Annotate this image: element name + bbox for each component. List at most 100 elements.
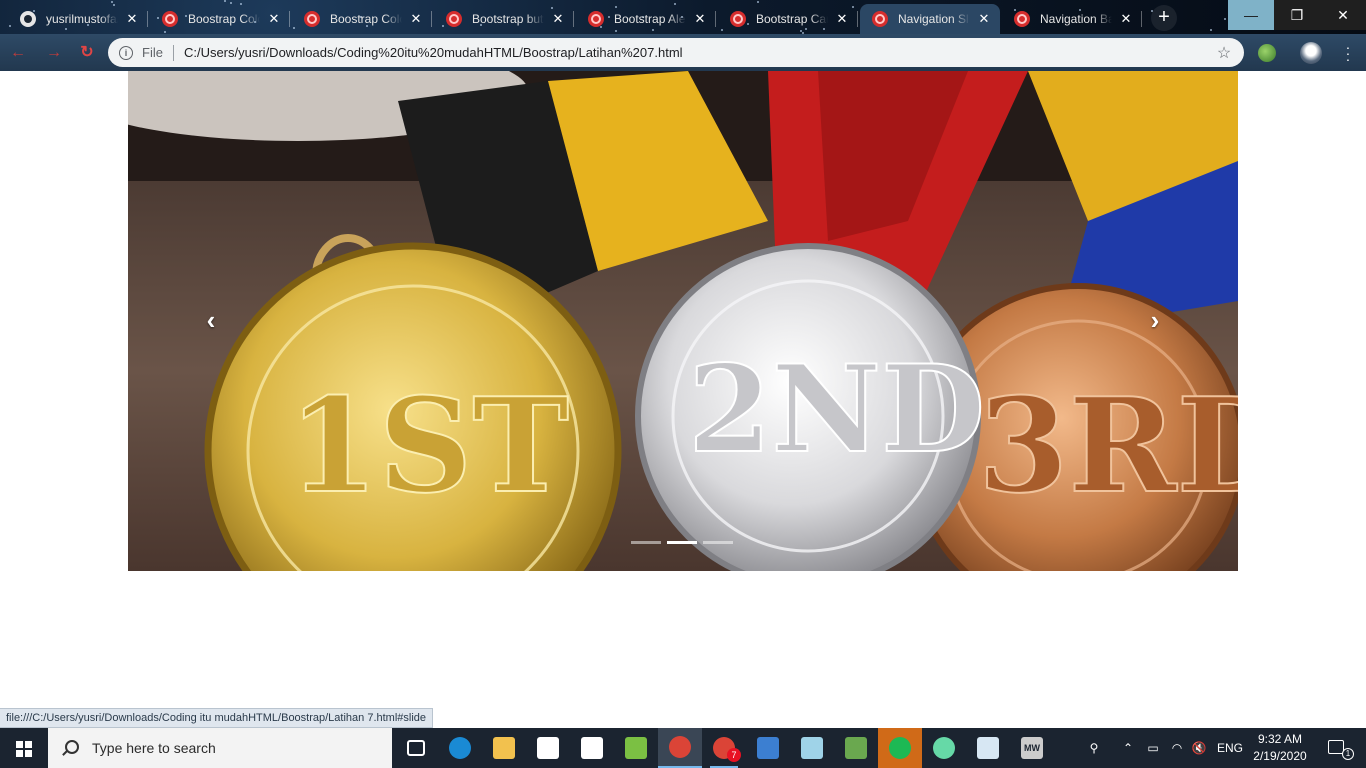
visual-studio-icon[interactable] xyxy=(570,728,614,768)
people-icon[interactable]: ⚲ xyxy=(1082,728,1106,768)
bootstrap-icon xyxy=(446,11,462,27)
wifi-icon[interactable]: ◠ xyxy=(1166,728,1188,768)
tab-close-icon[interactable]: ✕ xyxy=(976,11,992,27)
file-explorer-icon[interactable] xyxy=(482,728,526,768)
tab-title: Navigation Sl xyxy=(898,12,969,26)
browser-tab[interactable]: Bootstrap butt ✕ xyxy=(434,4,574,34)
spotify-icon[interactable] xyxy=(878,728,922,768)
profile-avatar-icon[interactable] xyxy=(1300,42,1322,64)
bookmark-star-icon[interactable]: ☆ xyxy=(1212,43,1236,63)
store-icon[interactable] xyxy=(526,728,570,768)
notification-count: 1 xyxy=(1342,748,1354,760)
bronze-medal-label: 3RD xyxy=(978,369,1238,522)
edge-icon[interactable] xyxy=(438,728,482,768)
taskbar-app-glyph xyxy=(757,737,779,759)
reload-icon[interactable]: ↻ xyxy=(77,43,97,63)
start-button[interactable] xyxy=(0,728,48,768)
tab-separator xyxy=(715,11,716,27)
bootstrap-icon xyxy=(1014,11,1030,27)
tab-separator xyxy=(857,11,858,27)
tab-separator xyxy=(431,11,432,27)
app-badge-count: 7 xyxy=(727,748,741,762)
bootstrap-icon xyxy=(162,11,178,27)
tab-close-icon[interactable]: ✕ xyxy=(550,11,566,27)
taskbar-app-glyph xyxy=(581,737,603,759)
tab-separator xyxy=(147,11,148,27)
tab-separator xyxy=(289,11,290,27)
taskbar-app-glyph xyxy=(977,737,999,759)
search-icon xyxy=(62,740,79,756)
tab-title: Navigation Ba xyxy=(1040,12,1112,26)
battery-icon[interactable]: ▭ xyxy=(1142,728,1164,768)
chrome-badge-icon[interactable]: 7 xyxy=(702,728,746,768)
task-view-icon[interactable] xyxy=(394,728,438,768)
back-icon[interactable]: ← xyxy=(8,43,28,63)
notification-center-icon[interactable]: 1 xyxy=(1318,728,1366,768)
window-app-icon[interactable] xyxy=(966,728,1010,768)
browser-toolbar: ← → ↻ i File C:/Users/yusri/Downloads/Co… xyxy=(0,34,1366,71)
taskbar-app-glyph xyxy=(625,737,647,759)
carousel-indicator[interactable] xyxy=(631,541,661,544)
mw-app-icon[interactable]: MW xyxy=(1010,728,1054,768)
carousel: 3RD 2ND 1ST ‹ › xyxy=(128,71,1238,571)
tab-separator xyxy=(1141,11,1142,27)
chrome-icon[interactable] xyxy=(658,728,702,768)
volume-muted-icon[interactable]: 🔇 xyxy=(1188,728,1210,768)
clock-date: 2/19/2020 xyxy=(1253,749,1307,763)
xampp-icon[interactable] xyxy=(746,728,790,768)
sublime-icon[interactable] xyxy=(834,728,878,768)
spreadsheet-icon[interactable] xyxy=(614,728,658,768)
tab-title: Boostrap Colo xyxy=(188,12,260,26)
taskbar-app-glyph xyxy=(933,737,955,759)
github-icon xyxy=(20,11,36,27)
bootstrap-icon xyxy=(304,11,320,27)
tab-close-icon[interactable]: ✕ xyxy=(408,11,424,27)
windows-logo-icon xyxy=(16,741,32,757)
taskbar-app-glyph xyxy=(537,737,559,759)
taskbar-app-glyph xyxy=(669,736,691,758)
taskbar-search-box[interactable]: Type here to search xyxy=(48,728,392,768)
taskbar-app-glyph xyxy=(845,737,867,759)
system-clock[interactable]: 9:32 AM 2/19/2020 xyxy=(1248,731,1312,765)
restore-button[interactable]: ❐ xyxy=(1274,0,1320,30)
new-tab-button[interactable]: + xyxy=(1151,5,1177,31)
url-text[interactable]: C:/Users/yusri/Downloads/Coding%20itu%20… xyxy=(184,45,1212,60)
carousel-indicator[interactable] xyxy=(703,541,733,544)
browser-tab[interactable]: Navigation Sl ✕ xyxy=(860,4,1000,34)
bootstrap-icon xyxy=(588,11,604,27)
tab-close-icon[interactable]: ✕ xyxy=(692,11,708,27)
bootstrap-icon xyxy=(730,11,746,27)
gold-medal-label: 1ST xyxy=(288,369,569,522)
menu-dots-icon[interactable]: · · · xyxy=(1340,40,1356,66)
tab-close-icon[interactable]: ✕ xyxy=(1118,11,1134,27)
carousel-indicator[interactable] xyxy=(667,541,697,544)
show-hidden-icons-icon[interactable]: ⌃ xyxy=(1118,728,1138,768)
notepad-icon[interactable] xyxy=(790,728,834,768)
tab-close-icon[interactable]: ✕ xyxy=(266,11,282,27)
browser-tab[interactable]: Bootstrap Aler ✕ xyxy=(576,4,716,34)
browser-tab[interactable]: yusrilmustofa/ ✕ xyxy=(8,4,148,34)
tab-title: Bootstrap Card xyxy=(756,12,828,26)
tab-close-icon[interactable]: ✕ xyxy=(124,11,140,27)
browser-tab[interactable]: Navigation Ba ✕ xyxy=(1002,4,1142,34)
atom-icon[interactable] xyxy=(922,728,966,768)
address-divider xyxy=(172,44,174,61)
carousel-prev-icon[interactable]: ‹ xyxy=(196,305,226,335)
tab-close-icon[interactable]: ✕ xyxy=(834,11,850,27)
taskbar-app-glyph xyxy=(889,737,911,759)
info-icon[interactable]: i xyxy=(119,45,133,60)
forward-icon[interactable]: → xyxy=(44,43,64,63)
close-window-button[interactable]: ✕ xyxy=(1320,0,1366,30)
extension-icon[interactable] xyxy=(1258,44,1276,62)
page-content: 3RD 2ND 1ST ‹ › file:///C:/Users/yusri/D… xyxy=(0,71,1366,728)
language-indicator[interactable]: ENG xyxy=(1212,728,1248,768)
browser-tab[interactable]: Boostrap Colo ✕ xyxy=(292,4,432,34)
bootstrap-icon xyxy=(872,11,888,27)
browser-tab[interactable]: Boostrap Colo ✕ xyxy=(150,4,290,34)
carousel-next-icon[interactable]: › xyxy=(1140,305,1170,335)
minimize-button[interactable]: — xyxy=(1228,0,1274,30)
tab-title: Bootstrap butt xyxy=(472,12,544,26)
address-bar[interactable]: i File C:/Users/yusri/Downloads/Coding%2… xyxy=(108,38,1244,67)
browser-tab[interactable]: Bootstrap Card ✕ xyxy=(718,4,858,34)
tab-title: yusrilmustofa/ xyxy=(46,12,118,26)
